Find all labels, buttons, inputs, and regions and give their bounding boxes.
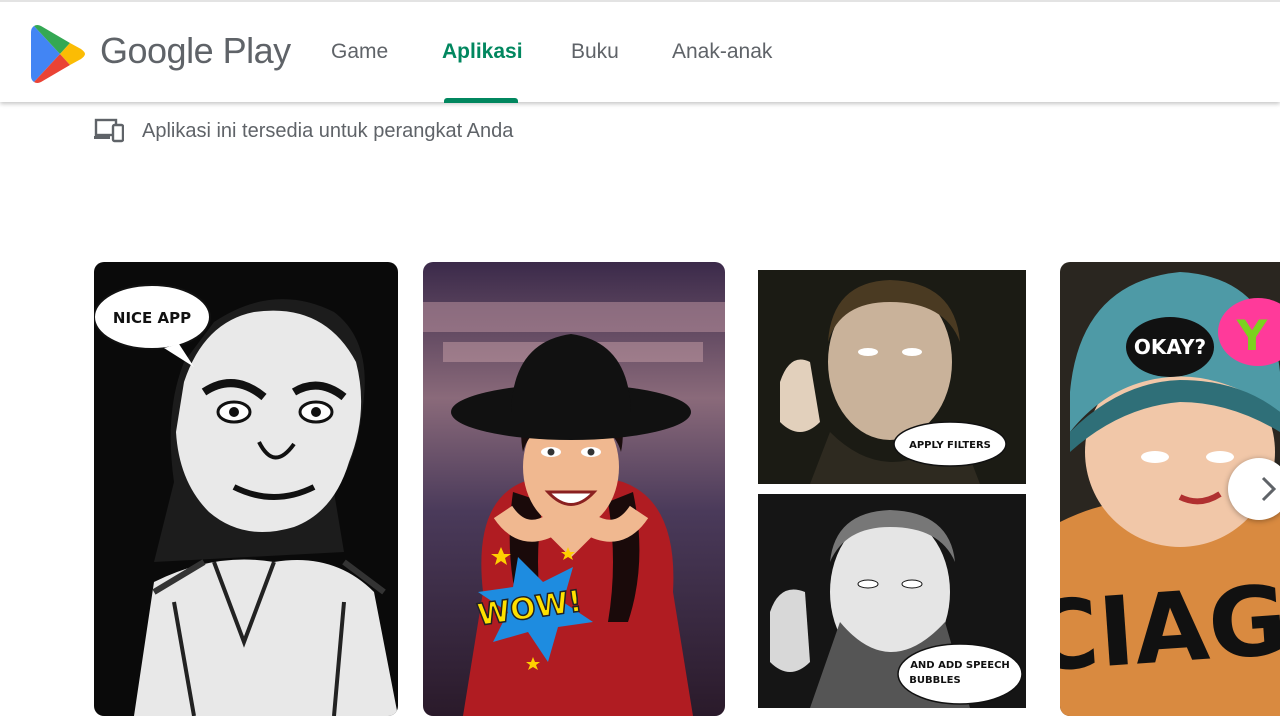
screenshot-1[interactable]: NICE APP	[94, 262, 398, 716]
screenshot-carousel: NICE APP WOW! APPLY FILTERS AND ADD SPEE…	[0, 260, 1280, 720]
screenshot-2[interactable]: WOW!	[423, 262, 725, 716]
top-app-bar: Google Play Game Aplikasi Buku Anak-anak	[0, 0, 1280, 103]
brand-name[interactable]: Google Play	[100, 30, 291, 72]
devices-icon	[94, 118, 124, 143]
bubble-add-speech: AND ADD SPEECH	[910, 660, 1010, 671]
shirt-print-text: CIAG	[1060, 564, 1280, 694]
tab-game[interactable]: Game	[331, 40, 388, 64]
tab-buku[interactable]: Buku	[571, 40, 619, 64]
active-tab-indicator	[444, 98, 518, 103]
availability-text: Aplikasi ini tersedia untuk perangkat An…	[142, 119, 514, 142]
bubble-y: Y	[1236, 311, 1268, 360]
tab-aplikasi[interactable]: Aplikasi	[442, 40, 523, 64]
bubble-bubbles: BUBBLES	[909, 675, 960, 686]
bubble-apply-filters: APPLY FILTERS	[909, 440, 991, 451]
chevron-right-icon	[1261, 476, 1277, 502]
bubble-nice-app: NICE APP	[113, 309, 191, 327]
device-availability: Aplikasi ini tersedia untuk perangkat An…	[94, 116, 513, 146]
bubble-okay: OKAY?	[1134, 335, 1206, 359]
tab-anak-anak[interactable]: Anak-anak	[672, 40, 772, 64]
screenshot-3[interactable]: APPLY FILTERS AND ADD SPEECH BUBBLES	[750, 262, 1036, 716]
google-play-logo-icon[interactable]	[30, 24, 86, 84]
